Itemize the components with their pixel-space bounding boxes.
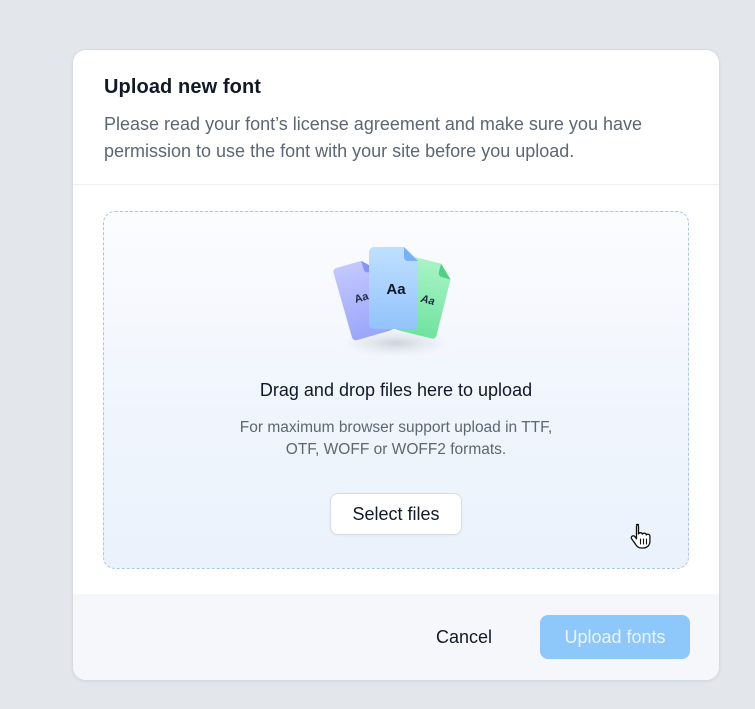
dialog-header: Upload new font Please read your font’s … xyxy=(73,50,719,185)
file-dropzone[interactable]: Aa Aa Aa Drag and drop files here to upl… xyxy=(103,211,689,569)
font-files-icon: Aa Aa Aa xyxy=(333,247,451,357)
dialog-footer: Cancel Upload fonts xyxy=(73,594,719,680)
select-files-button[interactable]: Select files xyxy=(330,493,462,535)
upload-fonts-button[interactable]: Upload fonts xyxy=(540,615,690,659)
dialog-description: Please read your font’s license agreemen… xyxy=(104,114,642,161)
hand-pointer-icon xyxy=(630,523,651,549)
dialog-title: Upload new font xyxy=(104,76,262,98)
upload-font-dialog: Upload new font Please read your font’s … xyxy=(72,49,720,681)
dropzone-title: Drag and drop files here to upload xyxy=(259,380,533,400)
cancel-button[interactable]: Cancel xyxy=(416,615,512,659)
dropzone-format-hint: For maximum browser support upload in TT… xyxy=(104,417,688,461)
format-hint-text: For maximum browser support upload in TT… xyxy=(239,419,553,458)
file-glyph-center: Aa xyxy=(386,281,406,298)
